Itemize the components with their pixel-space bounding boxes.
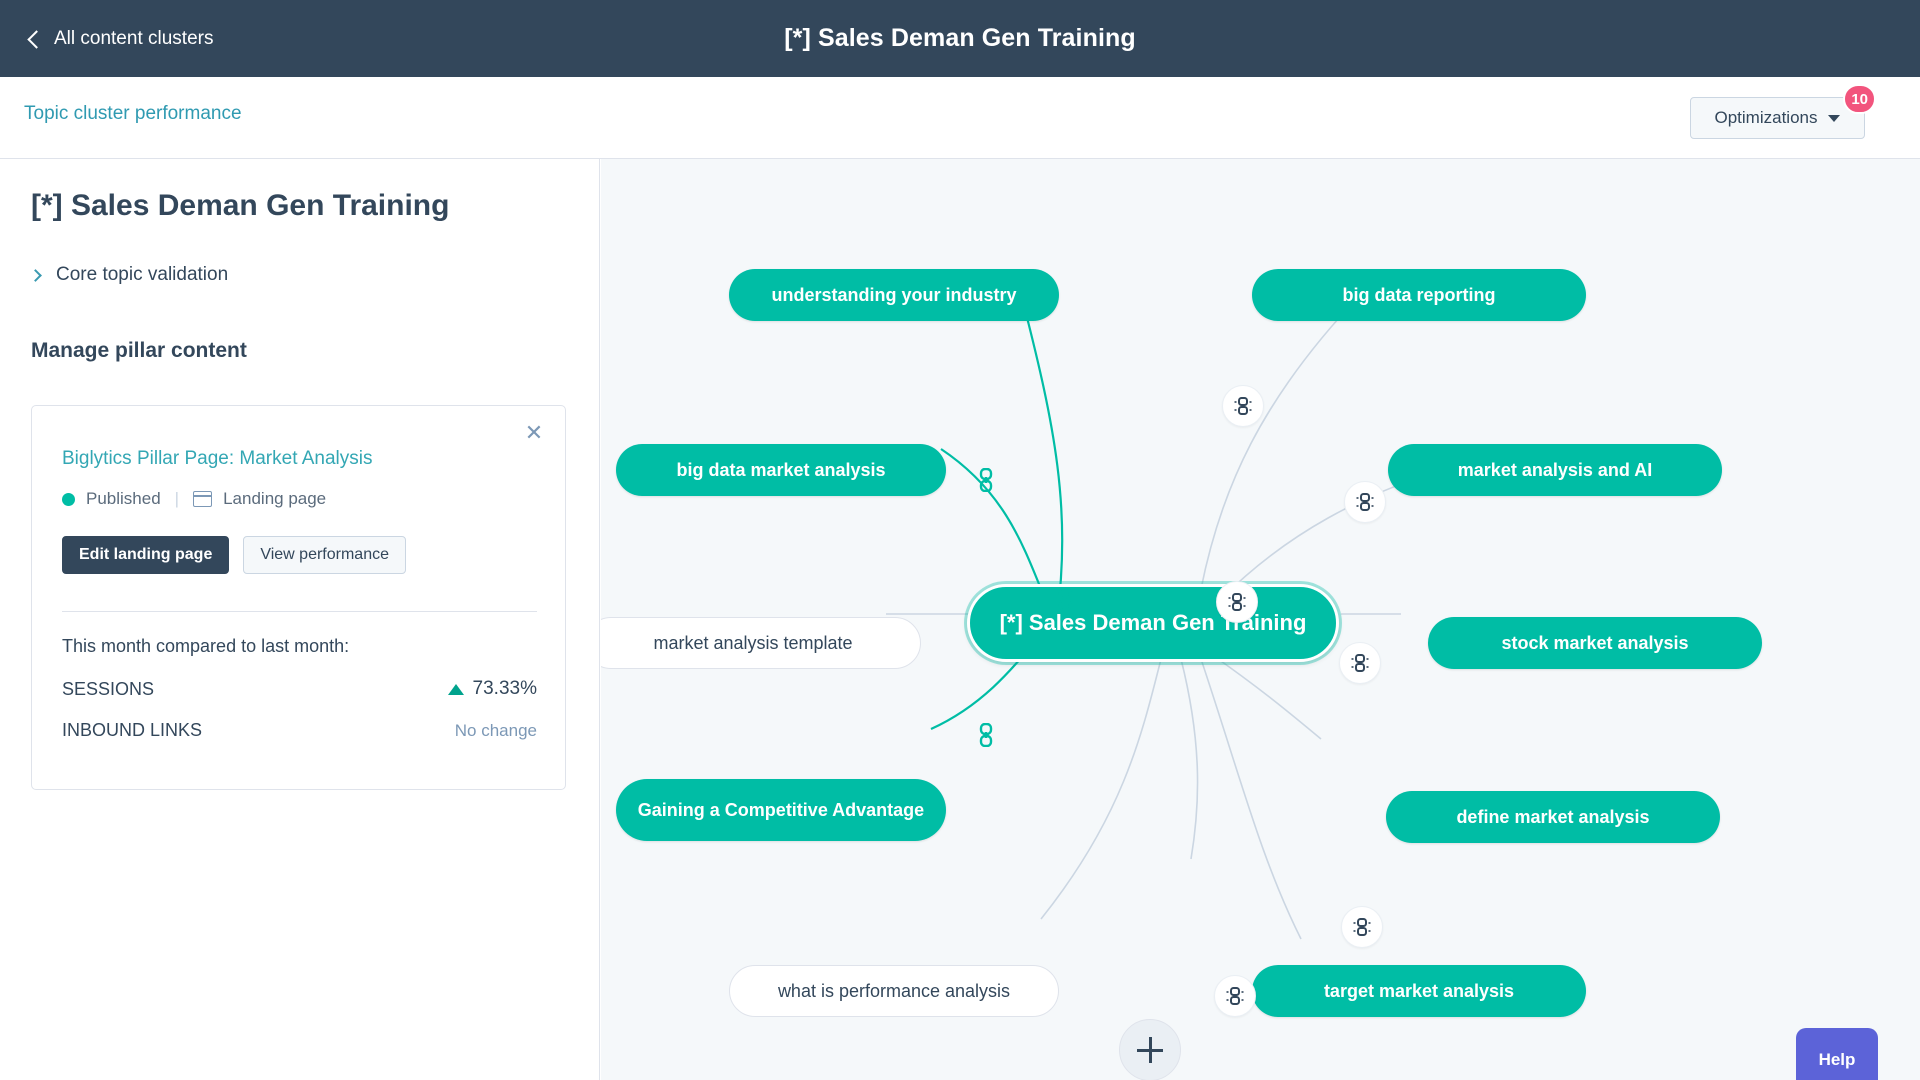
broken-link-icon bbox=[1234, 397, 1252, 415]
link-badge-linked[interactable] bbox=[1044, 578, 1086, 620]
sidebar-panel: [*] Sales Deman Gen Training Core topic … bbox=[0, 159, 600, 1080]
broken-link-icon bbox=[1353, 918, 1371, 936]
pillar-card-meta: Published | Landing page bbox=[62, 489, 326, 509]
link-badge-broken[interactable] bbox=[1216, 581, 1258, 623]
link-badge-broken[interactable] bbox=[1344, 481, 1386, 523]
back-to-all-clusters-link[interactable]: All content clusters bbox=[27, 0, 214, 77]
page-type-label: Landing page bbox=[223, 489, 327, 508]
landing-page-icon bbox=[193, 491, 213, 507]
metric-row: INBOUND LINKS No change bbox=[62, 720, 537, 741]
cluster-node[interactable]: target market analysis bbox=[1252, 965, 1586, 1017]
broken-link-icon bbox=[1351, 654, 1369, 672]
cluster-node[interactable]: big data reporting bbox=[1252, 269, 1586, 321]
cluster-node[interactable]: market analysis and AI bbox=[1388, 444, 1722, 496]
manage-pillar-content-heading: Manage pillar content bbox=[31, 339, 247, 362]
cluster-node[interactable]: stock market analysis bbox=[1428, 617, 1762, 669]
chevron-down-icon bbox=[1828, 114, 1841, 122]
cluster-node[interactable]: what is performance analysis bbox=[729, 965, 1059, 1017]
pillar-content-card: ✕ Biglytics Pillar Page: Market Analysis… bbox=[31, 405, 566, 790]
link-badge-linked[interactable] bbox=[965, 714, 1007, 756]
link-badge-broken[interactable] bbox=[1214, 975, 1256, 1017]
core-topic-validation-label: Core topic validation bbox=[56, 264, 229, 285]
status-badge: Published bbox=[86, 489, 161, 508]
cluster-node[interactable]: define market analysis bbox=[1386, 791, 1720, 843]
link-badge-broken[interactable] bbox=[1341, 906, 1383, 948]
status-dot-icon bbox=[62, 492, 75, 506]
pillar-page-link[interactable]: Biglytics Pillar Page: Market Analysis bbox=[62, 448, 372, 470]
top-bar: All content clusters [*] Sales Deman Gen… bbox=[0, 0, 1920, 77]
help-button[interactable]: Help bbox=[1796, 1028, 1878, 1080]
link-icon bbox=[1058, 587, 1072, 611]
comparison-label: This month compared to last month: bbox=[62, 636, 350, 656]
back-link-label: All content clusters bbox=[54, 27, 214, 49]
metric-label: INBOUND LINKS bbox=[62, 720, 203, 740]
sidebar-title: [*] Sales Deman Gen Training bbox=[31, 189, 450, 222]
broken-link-icon bbox=[1226, 987, 1244, 1005]
cluster-node[interactable]: Gaining a Competitive Advantage bbox=[616, 779, 946, 841]
center-node[interactable]: [*] Sales Deman Gen Training bbox=[967, 584, 1339, 662]
meta-separator: | bbox=[174, 489, 180, 508]
triangle-up-icon bbox=[447, 683, 464, 695]
sub-header: Topic cluster performance Optimizations … bbox=[0, 77, 1920, 159]
cluster-node[interactable]: understanding your industry bbox=[729, 269, 1059, 321]
optimizations-control: Optimizations 10 bbox=[1690, 84, 1876, 139]
broken-link-icon bbox=[1356, 493, 1374, 511]
card-divider bbox=[62, 611, 537, 612]
cluster-node[interactable]: market analysis template bbox=[601, 617, 921, 669]
metric-row: SESSIONS 73.33% bbox=[62, 678, 537, 700]
link-icon bbox=[979, 468, 993, 492]
link-icon bbox=[979, 723, 993, 747]
metric-label: SESSIONS bbox=[62, 678, 155, 699]
broken-link-icon bbox=[1228, 593, 1246, 611]
close-icon[interactable]: ✕ bbox=[521, 420, 547, 446]
topic-cluster-canvas[interactable]: [*] Sales Deman Gen Training understandi… bbox=[601, 159, 1920, 1080]
page-title: [*] Sales Deman Gen Training bbox=[784, 24, 1136, 52]
view-performance-button[interactable]: View performance bbox=[243, 536, 406, 574]
metric-value: 73.33% bbox=[472, 678, 537, 699]
link-badge-broken[interactable] bbox=[1339, 642, 1381, 684]
add-subtopic-button[interactable] bbox=[1119, 1019, 1181, 1080]
optimizations-label: Optimizations bbox=[1714, 108, 1818, 127]
metric-value: No change bbox=[454, 720, 537, 740]
pillar-card-actions: Edit landing page View performance bbox=[62, 536, 406, 574]
optimizations-button[interactable]: Optimizations bbox=[1690, 97, 1865, 139]
tab-topic-cluster-performance[interactable]: Topic cluster performance bbox=[24, 103, 242, 125]
chevron-right-icon bbox=[29, 268, 42, 282]
cluster-node[interactable]: big data market analysis bbox=[616, 444, 946, 496]
chevron-left-icon bbox=[27, 29, 46, 49]
link-badge-linked[interactable] bbox=[965, 459, 1007, 501]
optimizations-badge: 10 bbox=[1843, 84, 1876, 114]
link-badge-broken[interactable] bbox=[1222, 385, 1264, 427]
edit-landing-page-button[interactable]: Edit landing page bbox=[62, 536, 230, 574]
metric-value-wrap: 73.33% bbox=[447, 678, 537, 700]
core-topic-validation-toggle[interactable]: Core topic validation bbox=[29, 264, 229, 286]
